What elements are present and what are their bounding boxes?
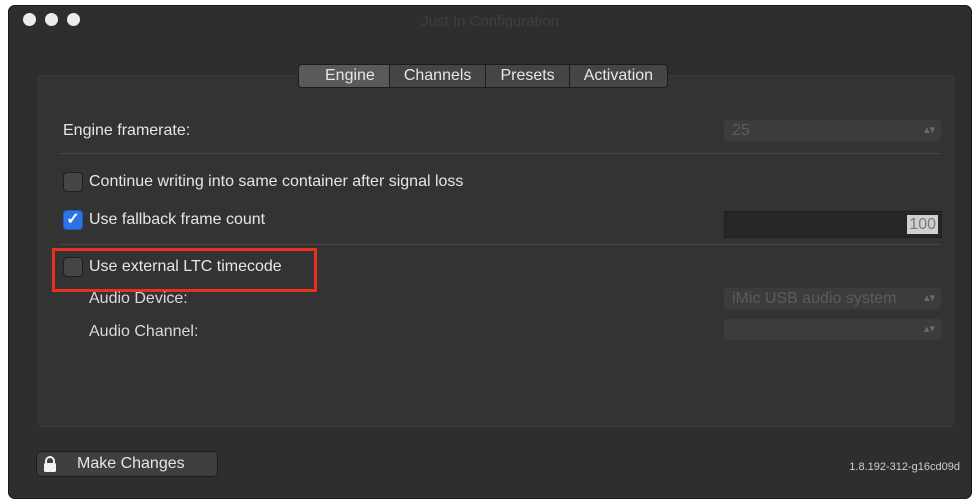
audio-device-popup[interactable]: iMic USB audio system ▴▾ — [723, 287, 942, 310]
lock-icon — [44, 456, 56, 472]
tab-presets[interactable]: Presets — [486, 65, 570, 87]
continue-writing-label: Continue writing into same container aft… — [89, 173, 464, 190]
audio-device-value: iMic USB audio system — [732, 290, 897, 307]
engine-framerate-label: Engine framerate: — [63, 122, 191, 139]
version-label: 1.8.192-312-g16cd09d — [849, 461, 960, 473]
popup-arrows-icon: ▴▾ — [923, 292, 935, 304]
separator — [60, 153, 940, 154]
window-title: Just In Configuration — [421, 13, 559, 30]
annotation-highlight-box — [52, 248, 317, 292]
engine-framerate-value: 25 — [732, 122, 750, 139]
audio-channel-popup[interactable]: ▴▾ — [723, 318, 942, 341]
fallback-frame-count-field[interactable]: 100 — [724, 211, 942, 238]
make-changes-label: Make Changes — [77, 455, 185, 472]
fallback-frame-count-label: Use fallback frame count — [89, 211, 266, 228]
separator — [60, 244, 940, 245]
checkmark-icon: ✓ — [66, 211, 80, 228]
configuration-window: Just In Configuration Engine Channels Pr… — [8, 5, 972, 499]
tab-bar: Engine Channels Presets Activation — [298, 64, 669, 88]
engine-framerate-popup[interactable]: 25 ▴▾ — [723, 119, 942, 142]
audio-channel-label: Audio Channel: — [89, 323, 199, 340]
fallback-frame-count-checkbox[interactable]: ✓ — [63, 210, 83, 230]
fallback-frame-count-value: 100 — [907, 215, 938, 234]
continue-writing-checkbox[interactable] — [63, 172, 83, 192]
popup-arrows-icon: ▴▾ — [923, 323, 935, 335]
title-bar[interactable]: Just In Configuration — [8, 5, 972, 39]
tab-channels[interactable]: Channels — [390, 65, 487, 87]
audio-device-label: Audio Device: — [89, 290, 188, 307]
tab-activation[interactable]: Activation — [570, 65, 667, 87]
popup-arrows-icon: ▴▾ — [923, 124, 935, 136]
make-changes-button[interactable]: Make Changes — [36, 451, 218, 477]
tab-engine[interactable]: Engine — [299, 65, 390, 87]
